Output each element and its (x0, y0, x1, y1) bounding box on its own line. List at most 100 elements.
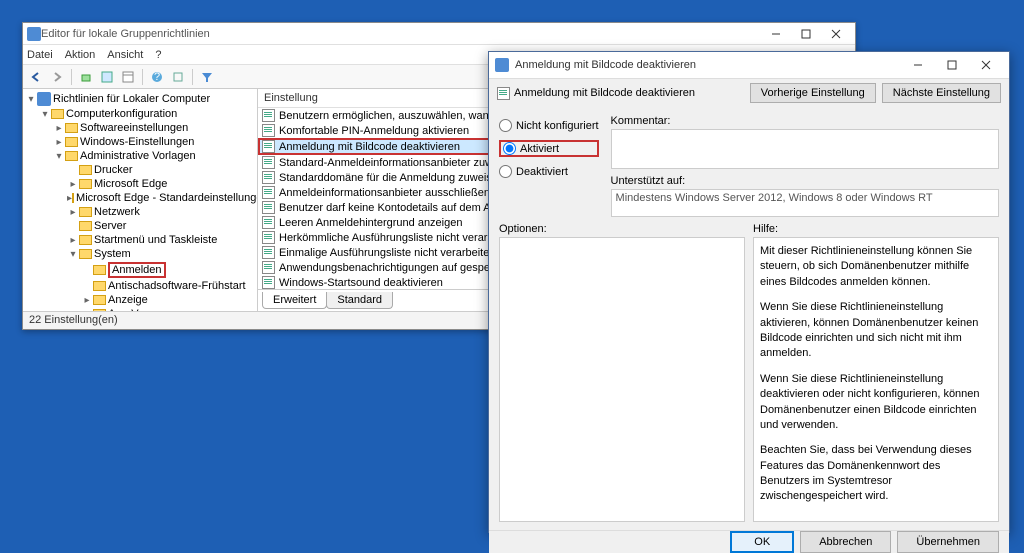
help-paragraph: Wenn Sie diese Richtlinieneinstellung de… (760, 372, 992, 434)
help-paragraph: Mit dieser Richtlinieneinstellung können… (760, 244, 992, 290)
help-box[interactable]: Mit dieser Richtlinieneinstellung können… (753, 237, 999, 522)
tree-antischad[interactable]: Antischadsoftware-Frühstart (81, 279, 255, 293)
list-item-label: Herkömmliche Ausführungsliste nicht vera… (279, 232, 517, 244)
options-box[interactable] (499, 237, 745, 522)
folder-icon (72, 193, 74, 203)
menu-view[interactable]: Ansicht (107, 49, 143, 61)
policy-setting-icon (262, 140, 275, 153)
previous-setting-button[interactable]: Vorherige Einstellung (750, 83, 876, 103)
folder-icon (93, 295, 106, 305)
maximize-button[interactable] (791, 24, 821, 44)
radio-enabled[interactable]: Aktiviert (499, 140, 599, 157)
policy-setting-icon (262, 186, 275, 199)
comment-textbox[interactable] (611, 129, 999, 169)
tab-standard[interactable]: Standard (326, 292, 393, 309)
options-button[interactable] (98, 68, 116, 86)
tree-edge-default[interactable]: ▸Microsoft Edge - Standardeinstellungen (67, 191, 255, 205)
tree-panel[interactable]: ▾Richtlinien für Lokaler Computer ▾Compu… (23, 89, 258, 311)
policy-setting-icon (262, 276, 275, 289)
tree-root[interactable]: ▾Richtlinien für Lokaler Computer (25, 91, 255, 107)
dialog-policy-title: Anmeldung mit Bildcode deaktivieren (497, 87, 744, 100)
tree-anmelden[interactable]: Anmelden (81, 261, 255, 279)
tree-software[interactable]: ▸Softwareeinstellungen (53, 121, 255, 135)
tree-drucker[interactable]: Drucker (67, 163, 255, 177)
tree-netzwerk[interactable]: ▸Netzwerk (67, 205, 255, 219)
editor-titlebar: Editor für lokale Gruppenrichtlinien (23, 23, 855, 45)
toolbar-separator (192, 69, 193, 85)
dialog-titlebar: Anmeldung mit Bildcode deaktivieren (489, 52, 1009, 79)
dialog-minimize-button[interactable] (901, 52, 935, 78)
comment-label: Kommentar: (611, 115, 999, 127)
menu-file[interactable]: Datei (27, 49, 53, 61)
policy-setting-icon (262, 216, 275, 229)
filter-button[interactable] (198, 68, 216, 86)
policy-setting-icon (262, 261, 275, 274)
policy-setting-icon (262, 201, 275, 214)
up-button[interactable] (77, 68, 95, 86)
cancel-button[interactable]: Abbrechen (800, 531, 891, 553)
help-paragraph: Beachten Sie, dass bei Verwendung dieses… (760, 443, 992, 505)
menu-action[interactable]: Aktion (65, 49, 96, 61)
dialog-maximize-button[interactable] (935, 52, 969, 78)
policy-setting-icon (262, 246, 275, 259)
supported-label: Unterstützt auf: (611, 175, 999, 187)
policy-setting-icon (497, 87, 510, 100)
tree-system[interactable]: ▾System (67, 247, 255, 261)
radio-not-configured[interactable]: Nicht konfiguriert (499, 119, 599, 132)
dialog-toolbar: Anmeldung mit Bildcode deaktivieren Vorh… (489, 79, 1009, 107)
policy-title-label: Anmeldung mit Bildcode deaktivieren (514, 87, 695, 99)
policy-setting-icon (262, 124, 275, 137)
radio-disabled[interactable]: Deaktiviert (499, 165, 599, 178)
tree-admin[interactable]: ▾Administrative Vorlagen (53, 149, 255, 163)
tree-anzeige[interactable]: ▸Anzeige (81, 293, 255, 307)
toolbar-separator (142, 69, 143, 85)
folder-icon (79, 221, 92, 231)
forward-button[interactable] (48, 68, 66, 86)
supported-textbox: Mindestens Windows Server 2012, Windows … (611, 189, 999, 217)
folder-icon (93, 265, 106, 275)
refresh-button[interactable] (169, 68, 187, 86)
tree-startmenu[interactable]: ▸Startmenü und Taskleiste (67, 233, 255, 247)
policy-setting-icon (262, 109, 275, 122)
gpedit-icon (27, 27, 41, 41)
list-item-label: Standarddomäne für die Anmeldung zuweise… (279, 172, 504, 184)
list-item-label: Windows-Startsound deaktivieren (279, 277, 443, 289)
help-paragraph: Wenn Sie diese Richtlinieneinstellung ak… (760, 300, 992, 362)
folder-icon (93, 281, 106, 291)
minimize-button[interactable] (761, 24, 791, 44)
tab-erweitert[interactable]: Erweitert (262, 292, 327, 309)
back-button[interactable] (27, 68, 45, 86)
folder-icon (65, 137, 78, 147)
folder-icon (65, 151, 78, 161)
editor-title: Editor für lokale Gruppenrichtlinien (41, 28, 761, 40)
policy-setting-icon (262, 171, 275, 184)
policy-root-icon (37, 92, 51, 106)
dialog-title: Anmeldung mit Bildcode deaktivieren (515, 59, 901, 71)
dialog-buttons: OK Abbrechen Übernehmen (489, 530, 1009, 553)
ok-button[interactable]: OK (730, 531, 794, 553)
next-setting-button[interactable]: Nächste Einstellung (882, 83, 1001, 103)
tree-appv[interactable]: ▸App-V (81, 307, 255, 311)
folder-icon (79, 207, 92, 217)
svg-text:?: ? (154, 71, 160, 83)
help-button[interactable]: ? (148, 68, 166, 86)
tree-computerconfig[interactable]: ▾Computerkonfiguration (39, 107, 255, 121)
menu-help[interactable]: ? (155, 49, 161, 61)
list-view-button[interactable] (119, 68, 137, 86)
dialog-close-button[interactable] (969, 52, 1003, 78)
folder-icon (79, 165, 92, 175)
folder-icon (79, 249, 92, 259)
toolbar-separator (71, 69, 72, 85)
tree-server[interactable]: Server (67, 219, 255, 233)
list-item-label: Anmeldung mit Bildcode deaktivieren (279, 141, 460, 153)
radio-label: Deaktiviert (516, 166, 568, 178)
radio-label: Nicht konfiguriert (516, 120, 599, 132)
list-item-label: Anmeldeinformationsanbieter ausschließen (279, 187, 490, 199)
tree-edge[interactable]: ▸Microsoft Edge (67, 177, 255, 191)
tree-windows[interactable]: ▸Windows-Einstellungen (53, 135, 255, 149)
close-button[interactable] (821, 24, 851, 44)
folder-icon (65, 123, 78, 133)
apply-button[interactable]: Übernehmen (897, 531, 999, 553)
radio-label: Aktiviert (520, 143, 559, 155)
folder-icon (79, 235, 92, 245)
